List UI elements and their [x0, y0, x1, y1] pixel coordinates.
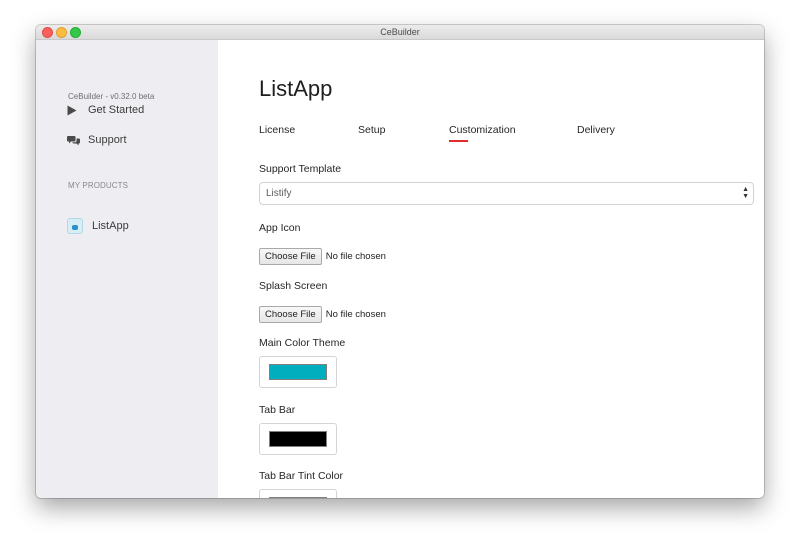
splash-screen-label: Splash Screen: [259, 280, 328, 292]
sidebar-item-label: Get Started: [88, 104, 145, 116]
tab-license[interactable]: License: [259, 124, 295, 136]
splash-screen-file-input: Choose File No file chosen: [259, 305, 386, 323]
window-title: CeBuilder: [380, 27, 420, 37]
support-template-select[interactable]: Listify ▲ ▼: [259, 182, 754, 205]
play-icon: [67, 105, 77, 115]
tab-delivery[interactable]: Delivery: [577, 124, 615, 136]
select-arrows-icon: ▲ ▼: [742, 186, 749, 200]
tab-bar-label: Tab Bar: [259, 404, 296, 416]
tab-bar-color-swatch: [269, 431, 327, 447]
sidebar-item-get-started[interactable]: Get Started: [67, 102, 144, 118]
sidebar: CeBuilder - v0.32.0 beta Get Started Sup…: [36, 40, 218, 498]
my-products-heading: MY PRODUCTS: [68, 181, 129, 190]
tab-bar-tint-color-picker[interactable]: [259, 489, 337, 498]
splash-screen-choose-file-button[interactable]: Choose File: [259, 305, 322, 323]
chat-bubbles-icon: [67, 135, 80, 145]
sidebar-item-support[interactable]: Support: [67, 132, 127, 148]
sidebar-product-listapp[interactable]: ListApp: [67, 218, 129, 234]
tab-bar-color-picker[interactable]: [259, 423, 337, 455]
support-template-value: Listify: [266, 188, 292, 199]
tab-setup[interactable]: Setup: [358, 124, 385, 136]
tab-bar-tint-color-label: Tab Bar Tint Color: [259, 470, 344, 482]
title-bar[interactable]: CeBuilder: [36, 25, 764, 40]
app-icon-choose-file-button[interactable]: Choose File: [259, 247, 322, 265]
sidebar-item-label: Support: [88, 134, 127, 146]
main-content: ListApp License Setup Customization Deli…: [218, 40, 764, 498]
app-icon-file-status: No file chosen: [325, 250, 386, 262]
tab-customization[interactable]: Customization: [449, 124, 516, 136]
active-tab-indicator: [449, 140, 468, 142]
app-thumbnail-icon: [67, 218, 83, 234]
app-version: CeBuilder - v0.32.0 beta: [68, 92, 155, 101]
app-icon-file-input: Choose File No file chosen: [259, 247, 386, 265]
main-color-theme-picker[interactable]: [259, 356, 337, 388]
app-icon-label: App Icon: [259, 222, 301, 234]
tab-bar-tint-color-swatch: [269, 497, 327, 498]
app-window: CeBuilder CeBuilder - v0.32.0 beta Get S…: [36, 25, 764, 498]
page-title: ListApp: [259, 76, 333, 101]
splash-screen-file-status: No file chosen: [325, 308, 386, 320]
main-color-theme-label: Main Color Theme: [259, 337, 346, 349]
main-color-swatch: [269, 364, 327, 380]
sidebar-product-label: ListApp: [92, 220, 129, 232]
support-template-label: Support Template: [259, 163, 342, 175]
